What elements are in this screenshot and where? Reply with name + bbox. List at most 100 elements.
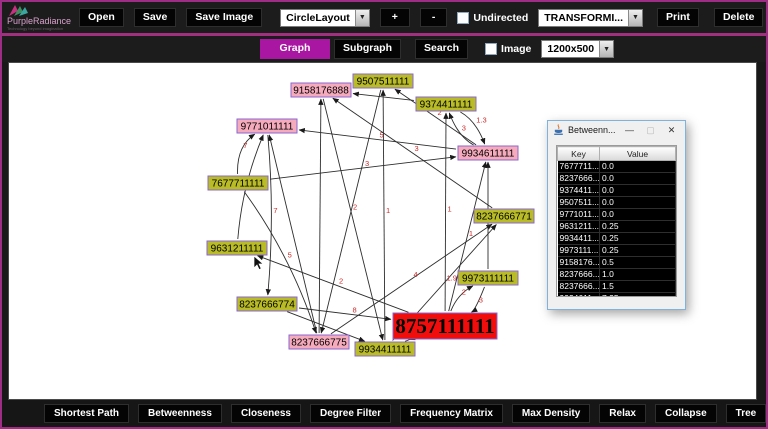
undirected-checkbox-row: Undirected (457, 11, 529, 24)
edge-weight-label: 1.9 (447, 274, 457, 283)
table-row[interactable]: 8237666... 0.0 (557, 172, 676, 185)
view-toolbar: Graph Subgraph Search Image 1200x500 ▼ (2, 36, 766, 62)
edge-weight-label: 3 (415, 144, 419, 153)
table-row[interactable]: 9374411... 0.0 (557, 184, 676, 197)
graph-node-label: 9374411111 (420, 100, 473, 111)
image-size-select[interactable]: 1200x500 ▼ (541, 40, 615, 58)
table-cell: 0.0 (599, 184, 676, 197)
graph-canvas[interactable]: 71532131.313275241.982318 91581768889507… (8, 62, 757, 400)
table-cell: 0.0 (599, 208, 676, 221)
zoom-in-button[interactable]: + (379, 7, 410, 28)
table-cell: 9374411... (557, 184, 600, 197)
minimize-icon[interactable]: — (621, 125, 638, 135)
java-icon (554, 124, 563, 135)
top-toolbar: PurpleRadiance Technology beyond imagina… (2, 2, 766, 33)
app-window: PurpleRadiance Technology beyond imagina… (0, 0, 768, 429)
table-row[interactable]: 9771011... 0.0 (557, 208, 676, 221)
graph-node-label: 9934611111 (462, 149, 515, 160)
table-row[interactable]: 9507511... 0.0 (557, 196, 676, 209)
edge-weight-label: 1 (448, 205, 452, 214)
table-row[interactable]: 9973111... 0.25 (557, 244, 676, 257)
table-cell: 1.0 (599, 268, 676, 281)
chevron-down-icon[interactable]: ▼ (628, 9, 643, 26)
bottom-button-closeness[interactable]: Closeness (230, 404, 301, 423)
table-cell: 0.5 (599, 256, 676, 269)
transform-select[interactable]: TRANSFORMI... ▼ (538, 8, 644, 27)
graph-edge (318, 98, 324, 334)
table-cell: 0.0 (599, 160, 676, 173)
zoom-out-button[interactable]: - (419, 7, 448, 28)
image-label: Image (501, 43, 532, 55)
edge-weight-label: 3 (479, 296, 483, 305)
transform-select-value: TRANSFORMI... (544, 11, 624, 24)
chevron-down-icon[interactable]: ▼ (599, 41, 614, 57)
bottom-button-degree-filter[interactable]: Degree Filter (309, 404, 392, 423)
open-button[interactable]: Open (79, 7, 124, 28)
graph-node-label: 9507511111 (357, 77, 410, 88)
image-checkbox[interactable] (485, 43, 498, 55)
graph-node-label: 9771011111 (241, 122, 294, 133)
table-cell: 0.0 (599, 196, 676, 209)
bottom-button-relax[interactable]: Relax (599, 404, 646, 423)
table-cell: 9934411... (557, 232, 600, 245)
table-row[interactable]: 9158176... 0.5 (557, 256, 676, 269)
delete-button[interactable]: Delete (713, 7, 764, 28)
table-row[interactable]: 9631211... 0.25 (557, 220, 676, 233)
bottom-button-collapse[interactable]: Collapse (654, 404, 717, 423)
save-button[interactable]: Save (133, 7, 177, 28)
edge-weight-label: 5 (288, 250, 292, 259)
app-name: PurpleRadiance (7, 16, 72, 26)
layout-select[interactable]: CircleLayout ▼ (280, 8, 370, 27)
graph-tab-button[interactable]: Graph (260, 39, 330, 59)
graph-edge (269, 154, 457, 180)
undirected-label: Undirected (473, 11, 529, 24)
table-row[interactable]: 8237666... 1.0 (557, 268, 676, 281)
maximize-icon[interactable]: ▢ (642, 125, 659, 136)
save-image-button[interactable]: Save Image (186, 7, 263, 28)
table-cell: 9507511... (557, 196, 600, 209)
edge-weight-label: 8 (353, 305, 357, 314)
search-button[interactable]: Search (415, 39, 469, 59)
edge-weight-label: 7 (243, 141, 247, 150)
mouse-cursor (253, 255, 265, 271)
window-title: Betweenn... (568, 125, 616, 135)
table-cell: 0.0 (599, 172, 676, 185)
graph-node-label: 8237666774 (239, 300, 295, 311)
edge-weight-label: 3 (462, 124, 466, 133)
edge-weight-label: 7 (273, 206, 277, 215)
table-row[interactable]: 8237666... 1.5 (557, 280, 676, 293)
betweenness-table-panel: Key Value 7677711... 0.0 8237666... 0.0 9374… (556, 145, 677, 297)
table-row[interactable]: 7677711... 0.0 (557, 160, 676, 173)
bottom-button-max-density[interactable]: Max Density (511, 404, 591, 423)
bottom-toolbar: Shortest Path Betweenness Closeness Degree … (2, 400, 767, 427)
table-cell: 8237666... (557, 268, 600, 281)
graph-edge (322, 98, 385, 341)
graph-node-label: 8757111111 (395, 314, 494, 338)
undirected-checkbox[interactable] (457, 11, 470, 24)
close-icon[interactable]: ✕ (663, 125, 680, 136)
edge-weight-label: 4 (414, 270, 418, 279)
table-row[interactable]: 9934411... 0.25 (557, 232, 676, 245)
bottom-button-frequency-matrix[interactable]: Frequency Matrix (400, 404, 503, 423)
chevron-down-icon[interactable]: ▼ (354, 9, 369, 26)
print-button[interactable]: Print (657, 7, 699, 28)
betweenness-window-titlebar[interactable]: Betweenn... — ▢ ✕ (548, 121, 685, 139)
table-cell: 7677711... (557, 160, 600, 173)
table-cell: 9973111... (557, 244, 600, 257)
betweenness-window[interactable]: Betweenn... — ▢ ✕ Key Value 7677711... 0.… (547, 120, 686, 310)
bottom-button-shortest-path[interactable]: Shortest Path (44, 404, 130, 423)
bottom-button-betweenness[interactable]: Betweenness (138, 404, 222, 423)
graph-node-label: 9631211111 (211, 244, 264, 255)
table-cell: 9771011... (557, 208, 600, 221)
table-cell: 0.25 (599, 220, 676, 233)
key-column-header[interactable]: Key (557, 146, 600, 161)
table-cell: 9934611... (557, 292, 600, 296)
image-checkbox-row: Image (485, 43, 531, 55)
table-cell: 9631211... (557, 220, 600, 233)
graph-node-label: 9934411111 (359, 345, 412, 356)
table-cell: 8237666... (557, 280, 600, 293)
subgraph-tab-button[interactable]: Subgraph (334, 39, 401, 59)
value-column-header[interactable]: Value (599, 146, 676, 161)
table-row[interactable]: 9934611...7.25 (557, 292, 676, 296)
bottom-button-tree[interactable]: Tree (725, 404, 767, 423)
